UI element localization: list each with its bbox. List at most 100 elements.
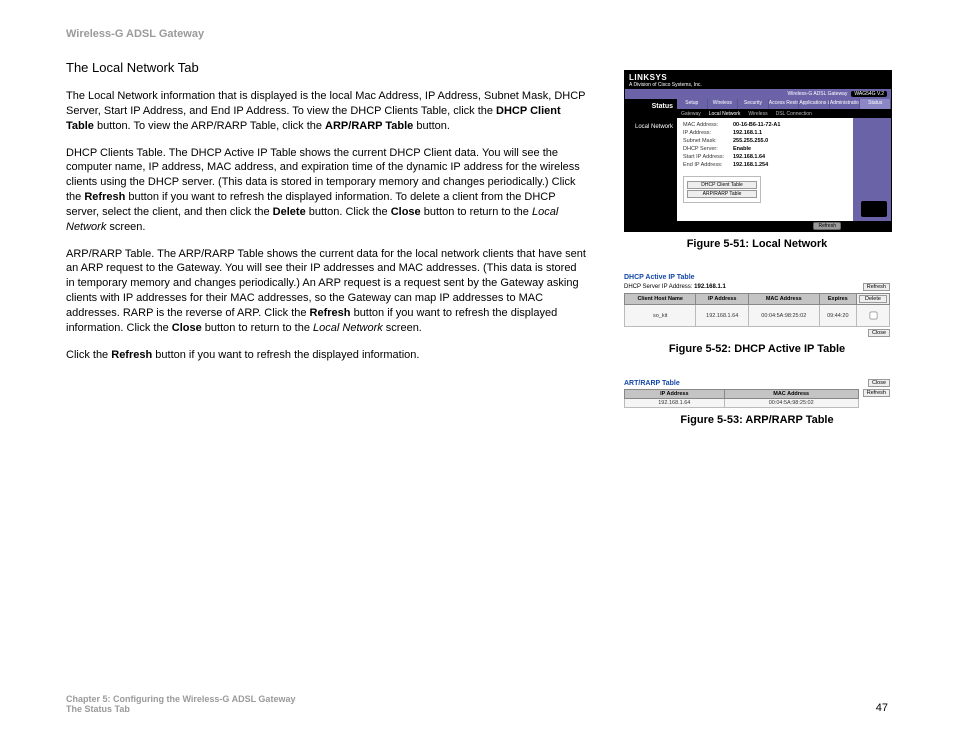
dhcp-server-ip-value: 192.168.1.1 [694,284,726,290]
brand-subtitle: A Division of Cisco Systems, Inc. [629,82,702,88]
figure-local-network-screenshot: LINKSYS A Division of Cisco Systems, Inc… [624,70,892,232]
label-mac: MAC Address: [683,122,733,128]
linksys-top-bar: LINKSYS A Division of Cisco Systems, Inc… [625,71,891,89]
cisco-logo-icon [861,201,887,217]
cell-mac: 00:04:5A:98:25:02 [724,399,858,408]
cell-ip: 192.168.1.64 [625,399,725,408]
help-panel [853,118,891,221]
page-number: 47 [876,702,888,714]
dhcp-table: Client Host Name IP Address MAC Address … [624,293,890,327]
value-dhcp: Enable [733,146,751,152]
figure-52-caption: Figure 5-52: DHCP Active IP Table [624,343,890,355]
text: button. [413,120,450,132]
text: button if you want to refresh the displa… [152,349,419,361]
tab-status[interactable]: Status [860,99,891,109]
value-start-ip: 192.168.1.64 [733,154,765,160]
table-row: 192.168.1.64 00:04:5A:98:25:02 [625,399,859,408]
tab-applications-gaming[interactable]: Applications & Gaming [799,99,830,109]
header-product: Wireless-G ADSL Gateway [66,28,204,40]
figure-dhcp-table-screenshot: DHCP Active IP Table DHCP Server IP Addr… [624,274,890,337]
text: button to return to the [202,322,313,334]
col-mac: MAC Address [748,294,819,305]
tab-security[interactable]: Security [738,99,769,109]
dhcp-client-table-button[interactable]: DHCP Client Table [687,181,757,189]
text: Click the [66,349,111,361]
arp-rarp-table-button[interactable]: ARP/RARP Table [687,190,757,198]
figure-arp-table-screenshot: ART/RARP Table Close IP Address MAC Addr… [624,379,890,408]
subtab-dsl-connection[interactable]: DSL Connection [776,111,812,117]
label-subnet: Subnet Mask: [683,138,733,144]
local-network-info: MAC Address:00-16-B6-11-72-A1 IP Address… [677,118,853,221]
bold-close: Close [391,206,421,218]
table-row[interactable]: so_kit 192.168.1.64 00:04:5A:98:25:02 09… [625,305,890,327]
italic-local-network: Local Network [313,322,383,334]
arp-table-title: ART/RARP Table [624,380,680,387]
cell-host: so_kit [625,305,696,327]
dhcp-table-title: DHCP Active IP Table [624,274,890,281]
text: button. To view the ARP/RARP Table, clic… [94,120,325,132]
refresh-button[interactable]: Refresh [813,222,841,230]
firmware-label: Wireless-G ADSL Gateway [788,91,848,97]
col-expires: Expires [819,294,856,305]
tab-access-restrictions[interactable]: Access Restrictions [769,99,800,109]
dhcp-close-button[interactable]: Close [868,329,890,337]
text: button to return to the [421,206,532,218]
label-end-ip: End IP Address: [683,162,733,168]
row-select-checkbox[interactable] [870,312,878,320]
value-end-ip: 192.168.1.254 [733,162,768,168]
dhcp-server-ip-label: DHCP Server IP Address: [624,284,692,290]
section-title: The Local Network Tab [66,60,586,75]
bold-refresh: Refresh [310,307,351,319]
main-content: The Local Network Tab The Local Network … [66,60,586,375]
footer-section: The Status Tab [66,704,130,714]
tab-administration[interactable]: Administration [830,99,861,109]
paragraph-1: The Local Network information that is di… [66,89,586,134]
section-side-label: Local Network [625,118,677,221]
col-mac: MAC Address [724,390,858,399]
value-subnet: 255.255.255.0 [733,138,768,144]
dhcp-refresh-button[interactable]: Refresh [863,283,890,291]
figure-51-caption: Figure 5-51: Local Network [624,238,890,250]
bottom-bar: Refresh [625,221,891,231]
bold-close: Close [172,322,202,334]
table-buttons-box: DHCP Client Table ARP/RARP Table [683,176,761,203]
value-ip: 192.168.1.1 [733,130,762,136]
subtab-wireless[interactable]: Wireless [748,111,767,117]
main-tabs: Setup Wireless Security Access Restricti… [677,99,891,110]
footer-chapter: Chapter 5: Configuring the Wireless-G AD… [66,694,295,704]
value-mac: 00-16-B6-11-72-A1 [733,122,780,128]
page-footer: Chapter 5: Configuring the Wireless-G AD… [66,694,888,714]
cell-mac: 00:04:5A:98:25:02 [748,305,819,327]
paragraph-3: ARP/RARP Table. The ARP/RARP Table shows… [66,247,586,336]
label-start-ip: Start IP Address: [683,154,733,160]
text: screen. [106,221,145,233]
subtab-local-network[interactable]: Local Network [709,111,741,117]
bold-refresh: Refresh [111,349,152,361]
bold-refresh: Refresh [84,191,125,203]
cell-ip: 192.168.1.64 [696,305,748,327]
label-dhcp: DHCP Server: [683,146,733,152]
bold-arp-rarp-table: ARP/RARP Table [325,120,413,132]
tab-setup[interactable]: Setup [677,99,708,109]
model-badge: WAG54G V.2 [851,91,887,97]
subtab-gateway[interactable]: Gateway [681,111,701,117]
status-label: Status [625,99,677,118]
cell-expires: 09:44:20 [819,305,856,327]
brand-logo: LINKSYS [629,73,702,82]
dhcp-delete-button[interactable]: Delete [859,295,887,303]
arp-close-button[interactable]: Close [868,379,890,387]
text: button. Click the [306,206,391,218]
figure-53-caption: Figure 5-53: ARP/RARP Table [624,414,890,426]
linksys-title-bar: Wireless-G ADSL Gateway WAG54G V.2 [625,89,891,99]
arp-table: IP Address MAC Address 192.168.1.64 00:0… [624,389,859,408]
paragraph-2: DHCP Clients Table. The DHCP Active IP T… [66,146,586,235]
col-ip: IP Address [625,390,725,399]
bold-delete: Delete [273,206,306,218]
tab-wireless[interactable]: Wireless [708,99,739,109]
arp-refresh-button[interactable]: Refresh [863,389,890,397]
figures-column: LINKSYS A Division of Cisco Systems, Inc… [624,70,890,442]
label-ip: IP Address: [683,130,733,136]
paragraph-4: Click the Refresh button if you want to … [66,348,586,363]
text: screen. [383,322,422,334]
col-ip: IP Address [696,294,748,305]
